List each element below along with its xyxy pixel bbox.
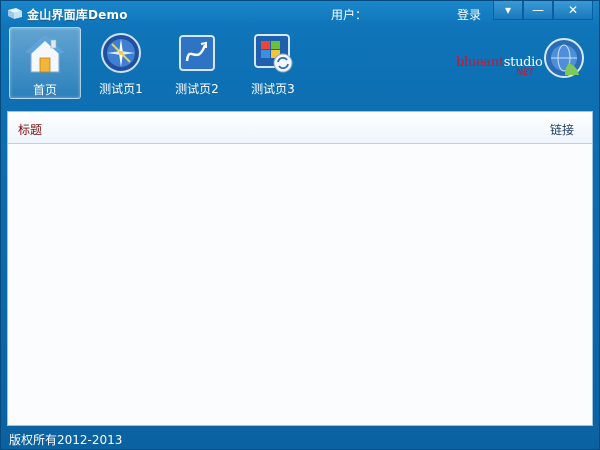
nav-toolbar: 首页 测试页1 测试页2 测试页3 blueantstudio .NET [1,27,599,105]
minimize-icon: — [532,3,544,17]
brand-logo: blueantstudio .NET [456,55,543,78]
menu-dropdown-button[interactable]: ▾ [493,1,523,20]
window-controls: ▾ — ✕ [493,1,593,21]
column-header-title[interactable]: 标题 [18,121,42,138]
nav-label-test1: 测试页1 [99,82,143,96]
status-bar: 版权所有2012-2013 [1,427,599,449]
table-body [8,145,592,425]
window-title: 金山界面库Demo [27,8,128,22]
brand-part-blueant: blueant [456,55,504,70]
compass-icon [101,33,141,73]
content-panel: 标题 链接 [7,111,593,426]
curve-arrow-icon [179,35,215,71]
table-header: 标题 链接 [8,112,592,144]
nav-item-test1[interactable]: 测试页1 [85,27,157,99]
brand-part-net: .NET [514,68,534,78]
minimize-button[interactable]: — [523,1,553,20]
copyright-text: 版权所有2012-2013 [9,433,123,447]
nav-item-home[interactable]: 首页 [9,27,81,99]
user-label: 用户： [331,8,368,22]
home-icon [25,35,65,73]
close-icon: ✕ [567,3,579,17]
login-link[interactable]: 登录 [457,6,481,23]
column-header-link[interactable]: 链接 [550,121,574,138]
close-button[interactable]: ✕ [553,1,593,20]
nav-label-home: 首页 [32,83,57,97]
windows-refresh-icon [254,34,293,73]
chevron-down-icon: ▾ [504,3,512,17]
nav-label-test3: 测试页3 [251,82,295,96]
globe-badge-icon [544,38,584,78]
nav-item-test3[interactable]: 测试页3 [237,27,309,99]
main-window: 金山界面库Demo 用户： 登录 ▾ — ✕ 首页 测试页1 测试页2 测试页3… [0,0,600,450]
title-bar[interactable]: 金山界面库Demo 用户： 登录 ▾ — ✕ [1,1,599,27]
nav-item-test2[interactable]: 测试页2 [161,27,233,99]
nav-label-test2: 测试页2 [175,82,219,96]
app-icon [8,8,22,19]
